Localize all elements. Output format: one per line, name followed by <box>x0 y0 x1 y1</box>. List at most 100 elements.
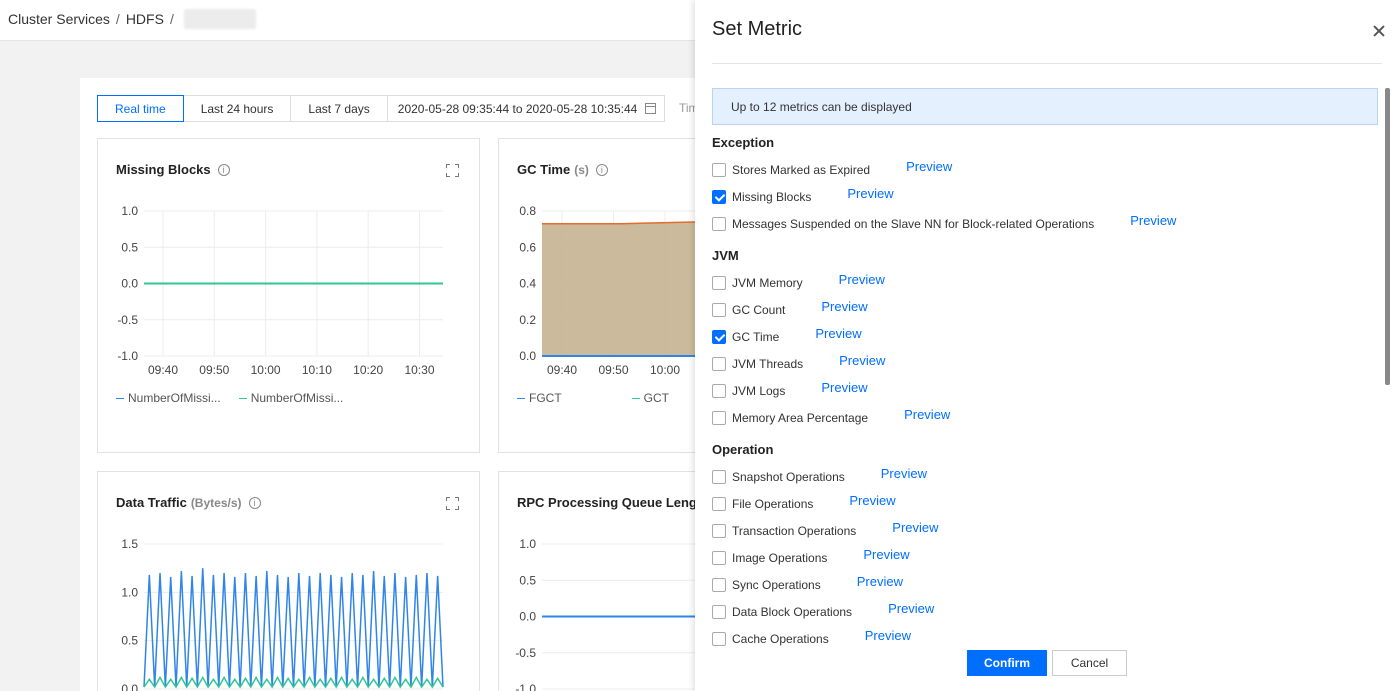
metric-option[interactable]: Data Block Operations Preview <box>712 601 934 619</box>
metric-group-title: Operation <box>712 442 774 457</box>
metric-option[interactable]: JVM Memory Preview <box>712 272 885 290</box>
breadcrumb-separator: / <box>115 11 120 27</box>
date-range-value: 2020-05-28 09:35:44 to 2020-05-28 10:35:… <box>397 101 638 116</box>
y-tick-label: 0.0 <box>121 682 138 691</box>
checkbox[interactable] <box>712 577 726 592</box>
data-traffic-chart: 1.5 1.0 0.5 0.0 <box>121 537 444 691</box>
legend-label: FGCT <box>529 391 562 405</box>
y-tick-label: -0.5 <box>117 313 138 327</box>
checkbox[interactable] <box>712 604 726 619</box>
checkbox[interactable] <box>712 275 726 290</box>
checkbox[interactable] <box>712 496 726 511</box>
y-tick-label: 0.8 <box>519 204 536 218</box>
metric-option[interactable]: Missing Blocks Preview <box>712 186 894 204</box>
metric-option-label: JVM Memory <box>732 275 803 290</box>
preview-link[interactable]: Preview <box>839 272 885 287</box>
time-range-toolbar: Real time Last 24 hours Last 7 days 2020… <box>97 95 666 122</box>
x-tick-label: 09:40 <box>148 363 178 377</box>
metric-option[interactable]: Memory Area Percentage Preview <box>712 407 950 425</box>
traffic-series-line <box>143 568 444 688</box>
preview-link[interactable]: Preview <box>821 380 867 395</box>
checkbox[interactable] <box>712 410 726 425</box>
metric-option[interactable]: JVM Logs Preview <box>712 380 868 398</box>
checkbox[interactable] <box>712 216 726 231</box>
preview-link[interactable]: Preview <box>849 493 895 508</box>
preview-link[interactable]: Preview <box>1130 213 1176 228</box>
preview-link[interactable]: Preview <box>821 299 867 314</box>
preview-link[interactable]: Preview <box>865 628 911 643</box>
legend-label: GCT <box>643 391 670 405</box>
y-tick-label: 1.0 <box>519 537 536 551</box>
checkbox[interactable] <box>712 162 726 177</box>
divider <box>712 63 1382 64</box>
x-tick-label: 10:30 <box>404 363 434 377</box>
metric-option[interactable]: GC Time Preview <box>712 326 862 344</box>
range-7d-button[interactable]: Last 7 days <box>291 95 388 122</box>
preview-link[interactable]: Preview <box>847 186 893 201</box>
metric-option[interactable]: File Operations Preview <box>712 493 896 511</box>
y-tick-label: -0.5 <box>515 646 536 660</box>
confirm-button[interactable]: Confirm <box>967 650 1047 676</box>
metric-option[interactable]: Sync Operations Preview <box>712 574 903 592</box>
legend-item[interactable]: NumberOfMissi... <box>116 391 221 405</box>
metric-list: Exception Stores Marked as Expired Preview… <box>712 131 1378 646</box>
metric-option-label: Memory Area Percentage <box>732 410 869 425</box>
preview-link[interactable]: Preview <box>904 407 950 422</box>
metric-option[interactable]: Snapshot Operations Preview <box>712 466 927 484</box>
metric-option-label: File Operations <box>732 496 814 511</box>
metric-option[interactable]: Image Operations Preview <box>712 547 910 565</box>
x-tick-label: 10:20 <box>353 363 383 377</box>
scrollbar[interactable] <box>1385 88 1390 385</box>
missing-blocks-card: Missing Blocks i 1.0 0.5 0.0 -0.5 -1.0 09:40 0… <box>97 138 480 453</box>
gc-time-legend: FGCT GCT <box>517 391 669 405</box>
x-tick-label: 10:10 <box>302 363 332 377</box>
metric-option-label: Snapshot Operations <box>732 469 845 484</box>
metric-option-label: Cache Operations <box>732 631 829 646</box>
checkbox[interactable] <box>712 383 726 398</box>
checkbox-checked[interactable] <box>712 329 726 344</box>
preview-link[interactable]: Preview <box>888 601 934 616</box>
range-real-time-button[interactable]: Real time <box>97 95 184 122</box>
preview-link[interactable]: Preview <box>815 326 861 341</box>
close-icon[interactable] <box>1372 24 1386 38</box>
checkbox[interactable] <box>712 631 726 646</box>
y-tick-label: 1.0 <box>121 204 138 218</box>
checkbox[interactable] <box>712 523 726 538</box>
breadcrumb-separator: / <box>169 11 174 27</box>
preview-link[interactable]: Preview <box>857 574 903 589</box>
missing-blocks-chart: 1.0 0.5 0.0 -0.5 -1.0 09:40 09:50 10:00 10:10 10:… <box>117 204 443 377</box>
metric-option-label: GC Time <box>732 329 780 344</box>
checkbox[interactable] <box>712 302 726 317</box>
range-24h-button[interactable]: Last 24 hours <box>183 95 292 122</box>
missing-blocks-legend: NumberOfMissi... NumberOfMissi... <box>116 391 343 405</box>
legend-item[interactable]: GCT <box>631 391 670 405</box>
metric-option[interactable]: Transaction Operations Preview <box>712 520 939 538</box>
metric-option[interactable]: Stores Marked as Expired Preview <box>712 159 952 177</box>
date-range-picker[interactable]: 2020-05-28 09:35:44 to 2020-05-28 10:35:… <box>387 95 666 122</box>
metric-option[interactable]: GC Count Preview <box>712 299 868 317</box>
breadcrumb-hdfs[interactable]: HDFS <box>126 11 164 27</box>
legend-item[interactable]: NumberOfMissi... <box>238 391 343 405</box>
breadcrumb-cluster-services[interactable]: Cluster Services <box>8 11 110 27</box>
metric-option-label: Missing Blocks <box>732 189 812 204</box>
metric-option-label: Sync Operations <box>732 577 821 592</box>
checkbox[interactable] <box>712 469 726 484</box>
checkbox-checked[interactable] <box>712 189 726 204</box>
preview-link[interactable]: Preview <box>906 159 952 174</box>
metric-option[interactable]: JVM Threads Preview <box>712 353 885 371</box>
legend-swatch <box>116 397 124 399</box>
metric-option[interactable]: Cache Operations Preview <box>712 628 911 646</box>
legend-swatch <box>631 397 640 399</box>
checkbox[interactable] <box>712 356 726 371</box>
checkbox[interactable] <box>712 550 726 565</box>
legend-item[interactable]: FGCT <box>517 391 562 405</box>
cancel-button[interactable]: Cancel <box>1052 650 1127 676</box>
metric-option[interactable]: Messages Suspended on the Slave NN for B… <box>712 213 1176 231</box>
x-tick-label: 09:40 <box>547 363 577 377</box>
preview-link[interactable]: Preview <box>881 466 927 481</box>
calendar-icon <box>645 103 657 114</box>
set-metric-drawer: Set Metric Up to 12 metrics can be displ… <box>695 0 1399 691</box>
preview-link[interactable]: Preview <box>839 353 885 368</box>
preview-link[interactable]: Preview <box>892 520 938 535</box>
preview-link[interactable]: Preview <box>863 547 909 562</box>
